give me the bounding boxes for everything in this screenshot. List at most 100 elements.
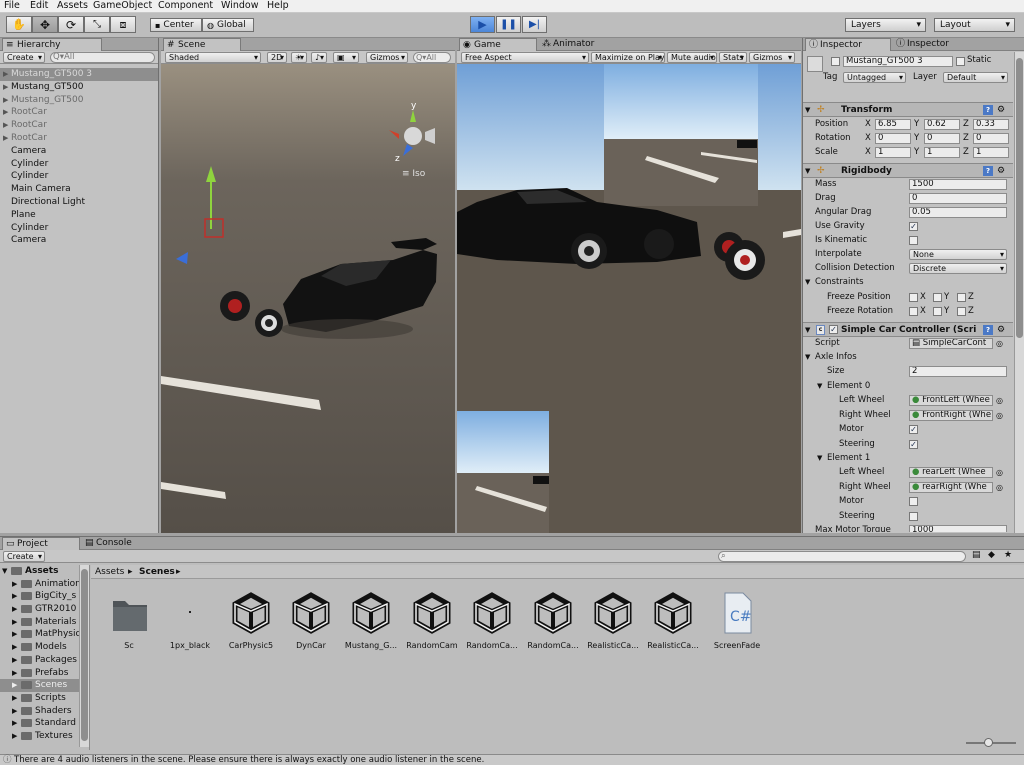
play-button[interactable]: ▶: [470, 16, 495, 33]
max-motor-field[interactable]: 1000: [909, 525, 1007, 532]
hierarchy-item[interactable]: Camera: [0, 145, 158, 158]
hand-tool-button[interactable]: ✋: [6, 16, 32, 33]
tag-dropdown[interactable]: Untagged: [843, 72, 906, 83]
collision-dropdown[interactable]: Discrete: [909, 263, 1007, 274]
asset-item[interactable]: Mustang_G...: [341, 589, 401, 650]
folder-item[interactable]: ▶ Prefabs: [0, 667, 89, 680]
tab-project[interactable]: ▭ Project: [2, 537, 80, 550]
car-controller-header[interactable]: ▼ c ✓ Simple Car Controller (Scri ? ⚙: [803, 322, 1013, 337]
folder-item[interactable]: ▶ BigCity_s: [0, 590, 89, 603]
expand-arrow-icon[interactable]: ▶: [3, 119, 8, 132]
tree-scrollbar[interactable]: [79, 565, 89, 747]
transform-scale-z-field[interactable]: 1: [973, 147, 1009, 158]
transform-rotation-z-field[interactable]: 0: [973, 133, 1009, 144]
transform-header[interactable]: ▼ ✢ Transform ? ⚙: [803, 102, 1013, 117]
tab-scene[interactable]: # Scene: [163, 38, 241, 51]
hierarchy-item[interactable]: Cylinder: [0, 158, 158, 171]
icon-size-slider[interactable]: [966, 738, 1016, 747]
asset-item[interactable]: RealisticCa...: [643, 589, 703, 650]
breadcrumb-assets[interactable]: Assets: [95, 565, 124, 579]
element-1-row[interactable]: ▼ Element 1: [803, 452, 1013, 465]
favorite-star-icon[interactable]: ★: [1004, 550, 1012, 560]
tab-game[interactable]: ◉ Game: [459, 38, 537, 51]
scale-tool-button[interactable]: ⤡: [84, 16, 110, 33]
mass-field[interactable]: 1500: [909, 179, 1007, 190]
pause-button[interactable]: ❚❚: [496, 16, 521, 33]
transform-position-y-field[interactable]: 0.62: [924, 119, 960, 130]
transform-rotation-x-field[interactable]: 0: [875, 133, 911, 144]
expand-arrow-icon[interactable]: ▶: [12, 641, 17, 654]
scene-viewport[interactable]: y z ≡ Iso: [161, 64, 455, 533]
folder-item[interactable]: ▼ Assets: [0, 565, 89, 578]
use-gravity-checkbox[interactable]: ✓: [909, 222, 918, 231]
hierarchy-item[interactable]: ▶ Mustang_GT500: [0, 81, 158, 94]
folder-item[interactable]: ▶ MatPhysic: [0, 628, 89, 641]
transform-position-z-field[interactable]: 0.33: [973, 119, 1009, 130]
object-picker-icon[interactable]: ◎: [996, 337, 1003, 350]
expand-arrow-icon[interactable]: ▶: [12, 654, 17, 667]
hierarchy-item[interactable]: ▶ RootCar: [0, 106, 158, 119]
layout-dropdown[interactable]: Layout ▾: [934, 18, 1015, 32]
expand-arrow-icon[interactable]: ▼: [2, 565, 7, 578]
expand-arrow-icon[interactable]: ▶: [12, 578, 17, 591]
freeze-rot-z-checkbox[interactable]: [957, 307, 966, 316]
layers-dropdown[interactable]: Layers ▾: [845, 18, 926, 32]
folder-item[interactable]: ▶ Models: [0, 641, 89, 654]
expand-arrow-icon[interactable]: ▶: [12, 616, 17, 629]
active-checkbox[interactable]: [831, 57, 840, 66]
2d-toggle[interactable]: 2D: [267, 52, 287, 63]
icon-size-slider-thumb[interactable]: [984, 738, 993, 747]
left-wheel-0-field[interactable]: ● FrontLeft (Whee: [909, 395, 993, 406]
hierarchy-item[interactable]: ▶ Mustang_GT500: [0, 94, 158, 107]
static-checkbox[interactable]: [956, 57, 965, 66]
right-wheel-0-field[interactable]: ● FrontRight (Whe: [909, 410, 993, 421]
expand-arrow-icon[interactable]: ▶: [3, 68, 8, 81]
freeze-pos-x-checkbox[interactable]: [909, 293, 918, 302]
left-wheel-1-field[interactable]: ● rearLeft (Whee: [909, 467, 993, 478]
pivot-center-button[interactable]: ▪ Center: [150, 18, 202, 32]
interpolate-dropdown[interactable]: None: [909, 249, 1007, 260]
folder-item[interactable]: ▶ GTR2010: [0, 603, 89, 616]
size-field[interactable]: 2: [909, 366, 1007, 377]
expand-arrow-icon[interactable]: ▶: [12, 679, 17, 692]
transform-rotation-y-field[interactable]: 0: [924, 133, 960, 144]
step-button[interactable]: ▶|: [522, 16, 547, 33]
is-kinematic-checkbox[interactable]: [909, 236, 918, 245]
asset-item[interactable]: Sc: [99, 589, 159, 650]
filter-label-icon[interactable]: ◆: [988, 550, 995, 560]
game-viewport[interactable]: [457, 64, 801, 533]
hierarchy-search-input[interactable]: Q▾All: [50, 52, 155, 63]
expand-arrow-icon[interactable]: ▶: [3, 81, 8, 94]
tab-animator[interactable]: ⁂ Animator: [539, 38, 619, 51]
expand-arrow-icon[interactable]: ▶: [12, 692, 17, 705]
folder-item[interactable]: ▶ Scripts: [0, 692, 89, 705]
hierarchy-create-button[interactable]: Create: [3, 52, 45, 63]
transform-scale-y-field[interactable]: 1: [924, 147, 960, 158]
menu-gameobject[interactable]: GameObject: [93, 0, 152, 12]
axle-infos-row[interactable]: ▼ Axle Infos: [803, 351, 1013, 364]
mute-audio-toggle[interactable]: Mute audio: [667, 52, 717, 63]
expand-arrow-icon[interactable]: ▶: [3, 132, 8, 145]
constraints-row[interactable]: ▼ Constraints: [803, 276, 1013, 289]
project-search-input[interactable]: ⌕: [718, 551, 966, 562]
stats-toggle[interactable]: Stats: [719, 52, 747, 63]
asset-item[interactable]: C# ScreenFade: [707, 589, 767, 650]
folder-item[interactable]: ▶ Standard: [0, 717, 89, 730]
tree-scroll-thumb[interactable]: [81, 569, 88, 741]
drag-field[interactable]: 0: [909, 193, 1007, 204]
layer-dropdown[interactable]: Default: [943, 72, 1008, 83]
asset-item[interactable]: RealisticCa...: [583, 589, 643, 650]
angular-drag-field[interactable]: 0.05: [909, 207, 1007, 218]
move-tool-button[interactable]: ✥: [32, 16, 58, 33]
script-field[interactable]: ▤ SimpleCarCont: [909, 338, 993, 349]
tab-hierarchy[interactable]: ≡ Hierarchy: [2, 38, 102, 51]
asset-item[interactable]: CarPhysic5: [221, 589, 281, 650]
freeze-pos-y-checkbox[interactable]: [933, 293, 942, 302]
hierarchy-item[interactable]: ▶ RootCar: [0, 119, 158, 132]
menu-edit[interactable]: Edit: [30, 0, 48, 12]
filter-type-icon[interactable]: ▤: [972, 550, 981, 560]
folder-item[interactable]: ▶ Scenes: [0, 679, 89, 692]
rotate-tool-button[interactable]: ⟳: [58, 16, 84, 33]
aspect-dropdown[interactable]: Free Aspect: [461, 52, 589, 63]
object-picker-icon[interactable]: ◎: [996, 394, 1003, 407]
